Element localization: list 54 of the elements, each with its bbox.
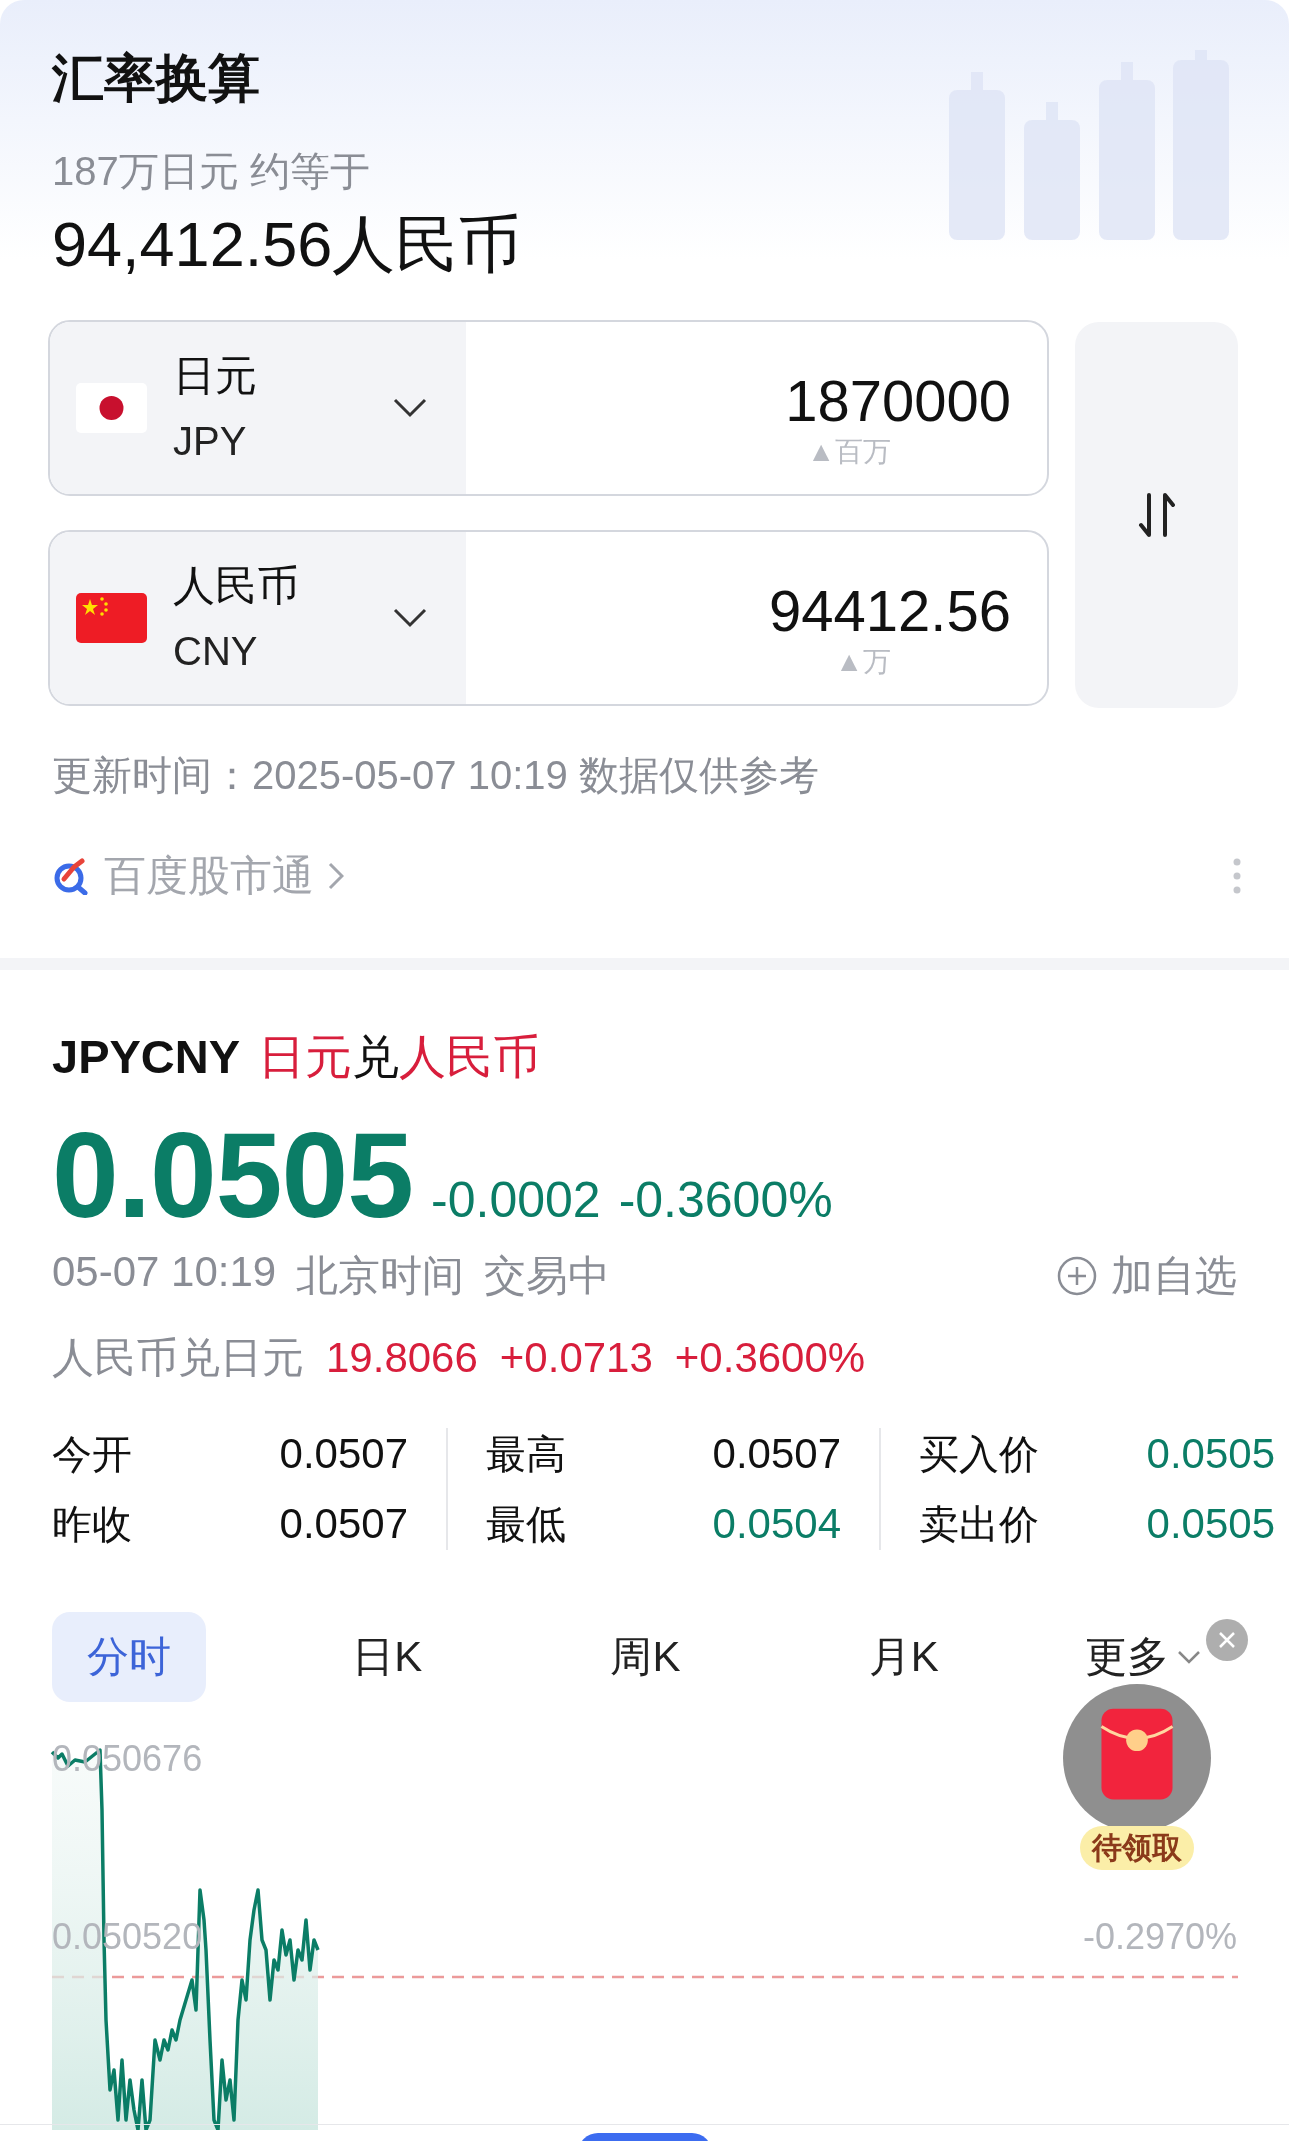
conversion-subtitle: 187万日元 约等于	[52, 148, 371, 195]
inverse-change: +0.0713	[499, 1334, 653, 1382]
price-change-percent: -0.3600%	[618, 1171, 833, 1229]
update-time-note: 更新时间：2025-05-07 10:19 数据仅供参考	[52, 752, 820, 799]
stat-value: 0.0504	[712, 1499, 841, 1549]
stat-value: 0.0507	[279, 1429, 408, 1479]
chart-tab[interactable]: 周K	[568, 1631, 723, 1683]
more-options-icon[interactable]	[1233, 858, 1241, 894]
chart-tab[interactable]: 更多	[1085, 1631, 1201, 1683]
chevron-down-icon	[1177, 1650, 1201, 1664]
currency-code: CNY	[173, 628, 259, 675]
trading-status: 交易中	[484, 1251, 611, 1301]
stat-value: 0.0507	[279, 1499, 408, 1549]
stat-value: 0.0505	[1146, 1429, 1275, 1479]
chevron-right-icon	[328, 862, 344, 890]
unit-hint: ▲万	[835, 645, 891, 679]
stock-logo-icon	[52, 857, 90, 895]
chevron-down-icon	[393, 398, 427, 418]
chart-tab[interactable]: 分时	[52, 1612, 206, 1702]
current-price: 0.0505	[52, 1108, 414, 1242]
inverse-pair-label: 人民币兑日元	[52, 1333, 304, 1383]
stat-label: 最低	[486, 1501, 566, 1548]
chart-tab[interactable]: 日K	[310, 1631, 465, 1683]
chart-tab[interactable]: 月K	[826, 1631, 981, 1683]
stat-value: 0.0505	[1146, 1499, 1275, 1549]
inverse-price: 19.8066	[326, 1334, 478, 1382]
amount-input[interactable]: 1870000	[785, 367, 1011, 435]
quote-time: 05-07 10:19	[52, 1248, 277, 1297]
stat-label: 卖出价	[919, 1501, 1039, 1548]
swap-arrows-icon	[1136, 491, 1177, 539]
currency-selector[interactable]: 人民币 CNY	[50, 532, 466, 704]
chevron-down-icon	[393, 608, 427, 628]
close-icon	[1218, 1631, 1236, 1649]
currency-name: 人民币	[173, 561, 300, 611]
page-title: 汇率换算	[52, 48, 261, 109]
close-button[interactable]	[1206, 1619, 1248, 1661]
stat-label: 买入价	[919, 1431, 1039, 1478]
reward-button[interactable]: 待领取	[1062, 1684, 1212, 1870]
stat-label: 昨收	[52, 1501, 132, 1548]
unit-hint: ▲百万	[807, 435, 891, 469]
stat-label: 最高	[486, 1431, 566, 1478]
percent-axis-label: -0.2970%	[1082, 1916, 1237, 1958]
conversion-result: 94,412.56人民币	[52, 208, 523, 281]
plus-circle-icon	[1057, 1256, 1097, 1296]
stat-label: 今开	[52, 1431, 132, 1478]
inverse-change-percent: +0.3600%	[674, 1334, 866, 1382]
amount-input[interactable]: 94412.56	[769, 577, 1011, 645]
price-change: -0.0002	[431, 1171, 601, 1229]
pair-title: JPYCNY 日元兑人民币	[52, 1029, 542, 1085]
currency-name: 日元	[173, 351, 258, 401]
time-zone: 北京时间	[296, 1251, 465, 1301]
currency-code: JPY	[173, 418, 248, 465]
currency-selector[interactable]: 日元 JPY	[50, 322, 466, 494]
stat-value: 0.0507	[712, 1429, 841, 1479]
